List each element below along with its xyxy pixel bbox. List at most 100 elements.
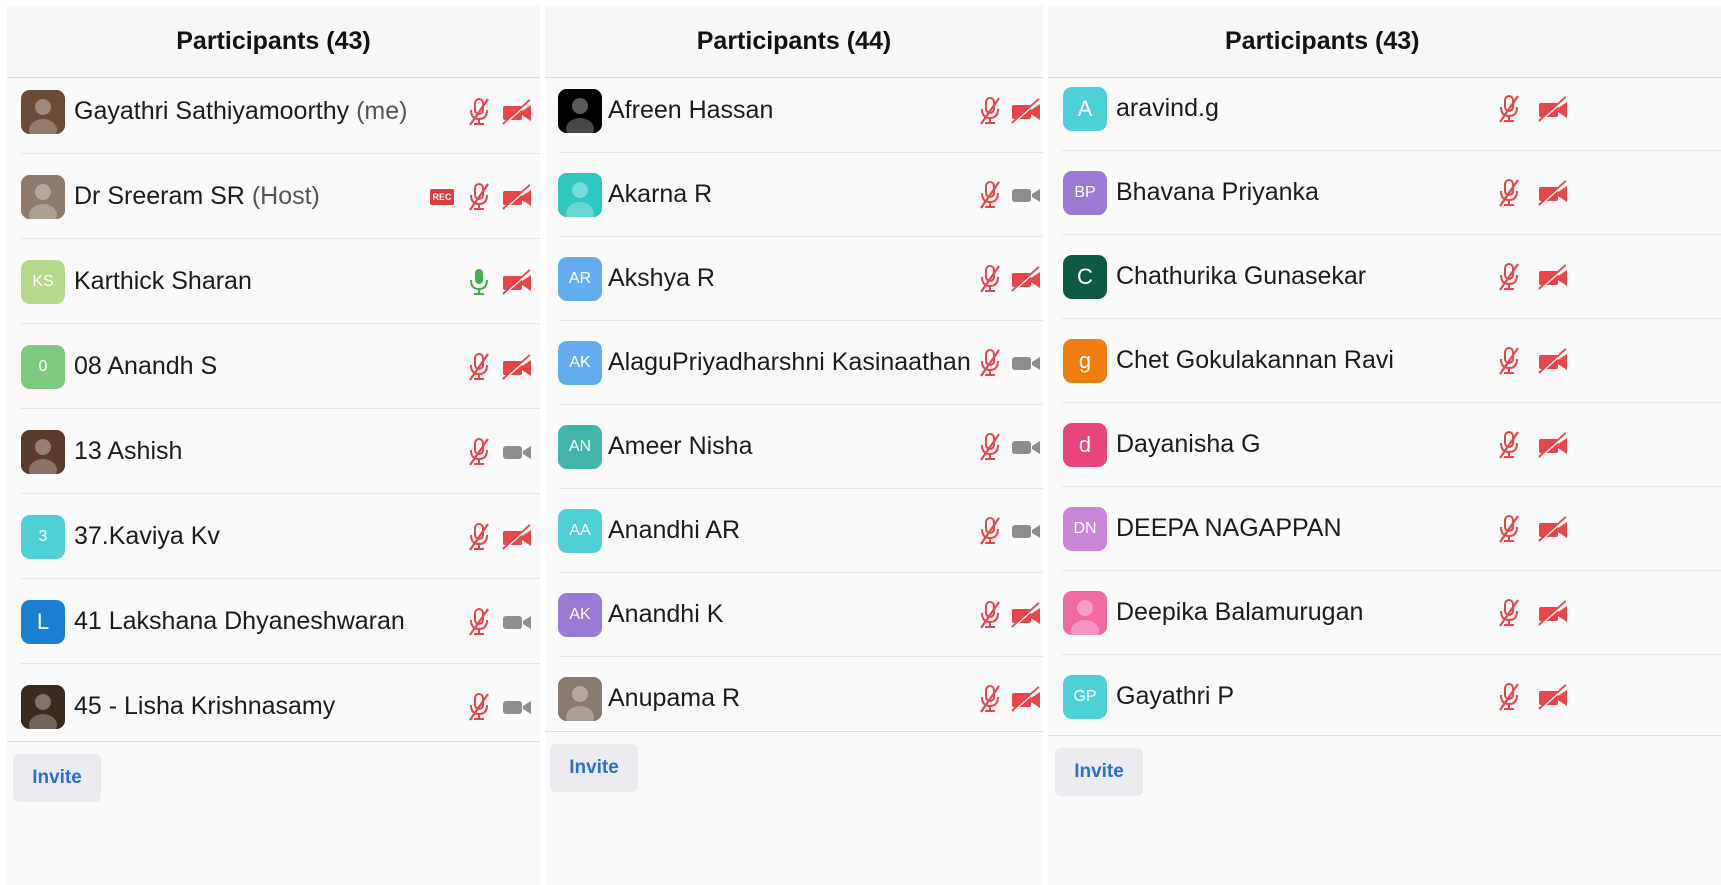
video-off-icon[interactable] xyxy=(1537,348,1569,374)
avatar xyxy=(21,429,65,474)
video-off-icon[interactable] xyxy=(1010,686,1042,712)
video-off-icon[interactable] xyxy=(1010,98,1042,124)
participant-row[interactable]: AN Ameer Nisha xyxy=(545,405,1043,489)
mic-muted-icon[interactable] xyxy=(978,264,1002,294)
mic-muted-icon[interactable] xyxy=(1497,346,1521,376)
video-camera-icon[interactable] xyxy=(1010,182,1042,208)
avatar: AK xyxy=(558,341,602,385)
mic-muted-icon[interactable] xyxy=(1497,430,1521,460)
participant-row[interactable]: Gayathri Sathiyamoorthy (me) xyxy=(7,69,540,154)
mic-muted-icon[interactable] xyxy=(467,437,491,467)
mic-muted-icon[interactable] xyxy=(467,522,491,552)
video-camera-icon[interactable] xyxy=(1010,350,1042,376)
mic-muted-icon[interactable] xyxy=(1497,262,1521,292)
participant-row[interactable]: Anupama R xyxy=(545,657,1043,741)
participant-name: Afreen Hassan xyxy=(608,96,773,125)
participant-list[interactable]: Aaravind.g BP Bhavana Priyanka C Chathurika … xyxy=(1048,79,1721,739)
mic-muted-icon[interactable] xyxy=(978,96,1002,126)
participant-row[interactable]: KS Karthick Sharan xyxy=(7,239,540,324)
mic-muted-icon[interactable] xyxy=(467,182,491,212)
participant-row[interactable]: Deepika Balamurugan xyxy=(1048,571,1721,655)
participants-panel-2: Participants (44) Afreen Hassan Akarna R A… xyxy=(545,6,1043,885)
mic-muted-icon[interactable] xyxy=(467,607,491,637)
mic-muted-icon[interactable] xyxy=(467,692,491,722)
mic-muted-icon[interactable] xyxy=(978,432,1002,462)
invite-button[interactable]: Invite xyxy=(550,744,638,792)
participant-name-text: 41 Lakshana Dhyaneshwaran xyxy=(74,606,405,635)
video-off-icon[interactable] xyxy=(1537,516,1569,542)
video-off-icon[interactable] xyxy=(1537,180,1569,206)
participant-row[interactable]: Afreen Hassan xyxy=(545,69,1043,153)
avatar: AK xyxy=(558,593,602,637)
video-camera-icon[interactable] xyxy=(501,609,533,635)
participants-panel-3: Participants (43) Aaravind.g BP Bhavana Pr… xyxy=(1048,6,1721,885)
participant-name: DEEPA NAGAPPAN xyxy=(1116,514,1342,543)
participant-row[interactable]: DN DEEPA NAGAPPAN xyxy=(1048,487,1721,571)
invite-button[interactable]: Invite xyxy=(13,754,101,802)
participant-row[interactable]: AK AlaguPriyadharshni Kasinaathan xyxy=(545,321,1043,405)
mic-muted-icon[interactable] xyxy=(1497,178,1521,208)
video-off-icon[interactable] xyxy=(1537,600,1569,626)
mic-muted-icon[interactable] xyxy=(1497,94,1521,124)
participant-row[interactable]: BP Bhavana Priyanka xyxy=(1048,151,1721,235)
participant-row[interactable]: AA Anandhi AR xyxy=(545,489,1043,573)
participant-name-text: Anandhi K xyxy=(608,600,724,628)
avatar xyxy=(558,89,602,133)
video-off-icon[interactable] xyxy=(1537,96,1569,122)
mic-muted-icon[interactable] xyxy=(1497,514,1521,544)
avatar xyxy=(21,684,65,729)
participant-list[interactable]: Gayathri Sathiyamoorthy (me) Dr Sreeram S… xyxy=(7,79,540,749)
video-off-icon[interactable] xyxy=(501,353,533,380)
avatar: C xyxy=(1063,255,1107,299)
participant-row[interactable]: 0 08 Anandh S xyxy=(7,324,540,409)
video-camera-icon[interactable] xyxy=(1010,518,1042,544)
video-off-icon[interactable] xyxy=(501,523,533,550)
participant-name: 13 Ashish xyxy=(74,437,182,466)
participant-row[interactable]: GP Gayathri P xyxy=(1048,655,1721,739)
mic-icon[interactable] xyxy=(467,267,491,297)
video-off-icon[interactable] xyxy=(1010,266,1042,292)
participant-row[interactable]: d Dayanisha G xyxy=(1048,403,1721,487)
mic-muted-icon[interactable] xyxy=(978,684,1002,714)
mic-muted-icon[interactable] xyxy=(467,352,491,382)
mic-muted-icon[interactable] xyxy=(1497,598,1521,628)
participant-row[interactable]: 3 37.Kaviya Kv xyxy=(7,494,540,579)
mic-muted-icon[interactable] xyxy=(1497,682,1521,712)
video-off-icon[interactable] xyxy=(1537,432,1569,458)
participant-list[interactable]: Afreen Hassan Akarna R AR Akshya R AK AlaguPr… xyxy=(545,79,1043,741)
participant-row[interactable]: Akarna R xyxy=(545,153,1043,237)
participant-row[interactable]: Aaravind.g xyxy=(1048,67,1721,151)
participant-row[interactable]: L 41 Lakshana Dhyaneshwaran xyxy=(7,579,540,664)
video-off-icon[interactable] xyxy=(1010,602,1042,628)
mic-muted-icon[interactable] xyxy=(467,97,491,127)
participant-row[interactable]: Dr Sreeram SR (Host) REC xyxy=(7,154,540,239)
avatar xyxy=(558,677,602,721)
video-camera-icon[interactable] xyxy=(1010,434,1042,460)
participant-name: Anandhi K xyxy=(608,600,723,629)
participant-row[interactable]: 13 Ashish xyxy=(7,409,540,494)
participant-row[interactable]: 45 - Lisha Krishnasamy xyxy=(7,664,540,749)
participant-name: Anupama R xyxy=(608,684,740,713)
participant-row[interactable]: C Chathurika Gunasekar xyxy=(1048,235,1721,319)
mic-muted-icon[interactable] xyxy=(978,180,1002,210)
participant-name: 41 Lakshana Dhyaneshwaran xyxy=(74,607,405,636)
video-off-icon[interactable] xyxy=(501,98,533,125)
avatar: L xyxy=(21,599,65,644)
avatar: AN xyxy=(558,425,602,469)
participant-name: Akarna R xyxy=(608,180,712,209)
participant-row[interactable]: AK Anandhi K xyxy=(545,573,1043,657)
mic-muted-icon[interactable] xyxy=(978,600,1002,630)
video-off-icon[interactable] xyxy=(501,183,533,210)
video-off-icon[interactable] xyxy=(501,268,533,295)
mic-muted-icon[interactable] xyxy=(978,516,1002,546)
invite-button[interactable]: Invite xyxy=(1055,748,1143,796)
video-off-icon[interactable] xyxy=(1537,684,1569,710)
avatar: GP xyxy=(1063,675,1107,719)
mic-muted-icon[interactable] xyxy=(978,348,1002,378)
video-camera-icon[interactable] xyxy=(501,694,533,720)
participant-row[interactable]: AR Akshya R xyxy=(545,237,1043,321)
participant-name: Bhavana Priyanka xyxy=(1116,178,1319,207)
video-camera-icon[interactable] xyxy=(501,439,533,465)
participant-row[interactable]: g Chet Gokulakannan Ravi xyxy=(1048,319,1721,403)
video-off-icon[interactable] xyxy=(1537,264,1569,290)
